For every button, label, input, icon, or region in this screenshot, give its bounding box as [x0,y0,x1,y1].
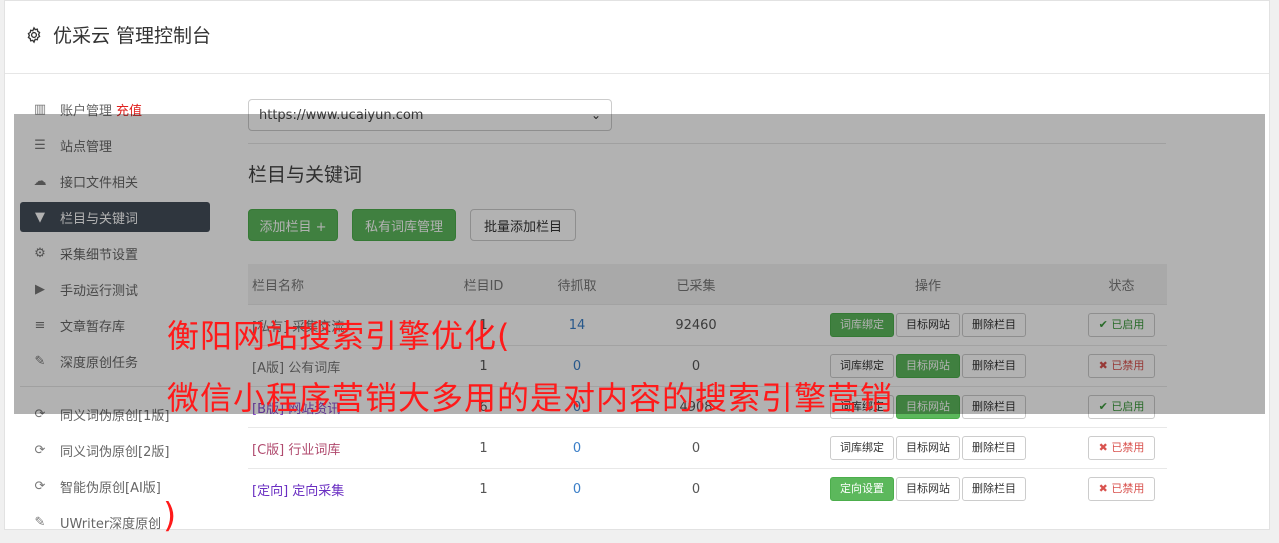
top-bar: 优采云 管理控制台 [5,1,1269,74]
bind-lexicon-button[interactable]: 定向设置 [830,477,894,501]
edit-icon: ✎ [34,514,46,530]
sidebar-item[interactable]: ⟳ 同义词伪原创[2版] [20,435,210,465]
pending-link[interactable]: 0 [573,482,581,497]
status-toggle-button[interactable]: ✖ 已禁用 [1087,477,1156,501]
close-icon: ✖ [1098,482,1108,495]
column-tag: [定向] [252,483,289,499]
sidebar-item[interactable]: ⟳ 智能伪原创[AI版] [20,471,210,501]
overlay-text-line1: 衡阳网站搜索引擎优化( [167,317,511,355]
sidebar-item[interactable]: ✎ UWriter深度原创 [20,507,210,537]
delete-column-button[interactable]: 删除栏目 [962,477,1026,501]
sidebar-item-label: 智能伪原创[AI版] [60,480,161,496]
status-toggle-button[interactable]: ✖ 已禁用 [1087,436,1156,460]
overlay-text-paren: ) [163,496,177,536]
column-name-cell: [定向] 定向采集 [248,468,425,509]
close-icon: ✖ [1098,441,1108,454]
column-name-link[interactable]: 行业词库 [288,443,340,458]
refresh-icon: ⟳ [34,478,46,494]
overlay-text-line2: 微信小程序营销大多用的是对内容的搜索引擎营销 [167,379,894,417]
ad-overlay [14,114,1265,414]
page-header: 优采云 管理控制台 [25,21,211,48]
column-id: 1 [425,427,542,469]
bind-lexicon-button[interactable]: 词库绑定 [830,436,894,460]
collected-count: 0 [612,468,780,509]
status-label: 已禁用 [1111,441,1145,454]
state-cell: ✖ 已禁用 [1076,427,1167,469]
ops-cell: 词库绑定 目标网站 删除栏目 [780,427,1076,469]
pending-cell: 0 [542,427,612,469]
table-row: [定向] 定向采集 1 0 0 定向设置 目标网站 删除栏目 ✖ 已禁用 [248,468,1167,509]
column-id: 1 [425,468,542,509]
pending-link[interactable]: 0 [573,441,581,456]
refresh-icon: ⟳ [34,442,46,458]
column-tag: [C版] [252,442,285,458]
column-name-link[interactable]: 定向采集 [292,484,344,499]
sidebar-item-label: 同义词伪原创[2版] [60,444,170,460]
collected-count: 0 [612,427,780,469]
delete-column-button[interactable]: 删除栏目 [962,436,1026,460]
target-site-button[interactable]: 目标网站 [896,477,960,501]
target-site-button[interactable]: 目标网站 [896,436,960,460]
table-row: [C版] 行业词库 1 0 0 词库绑定 目标网站 删除栏目 ✖ 已禁用 [248,427,1167,469]
state-cell: ✖ 已禁用 [1076,468,1167,509]
gear-icon [27,25,41,44]
sidebar-item-label: UWriter深度原创 [60,516,162,532]
column-name-cell: [C版] 行业词库 [248,427,425,469]
ops-cell: 定向设置 目标网站 删除栏目 [780,468,1076,509]
pending-cell: 0 [542,468,612,509]
app-title: 优采云 管理控制台 [53,25,212,47]
status-label: 已禁用 [1111,482,1145,495]
